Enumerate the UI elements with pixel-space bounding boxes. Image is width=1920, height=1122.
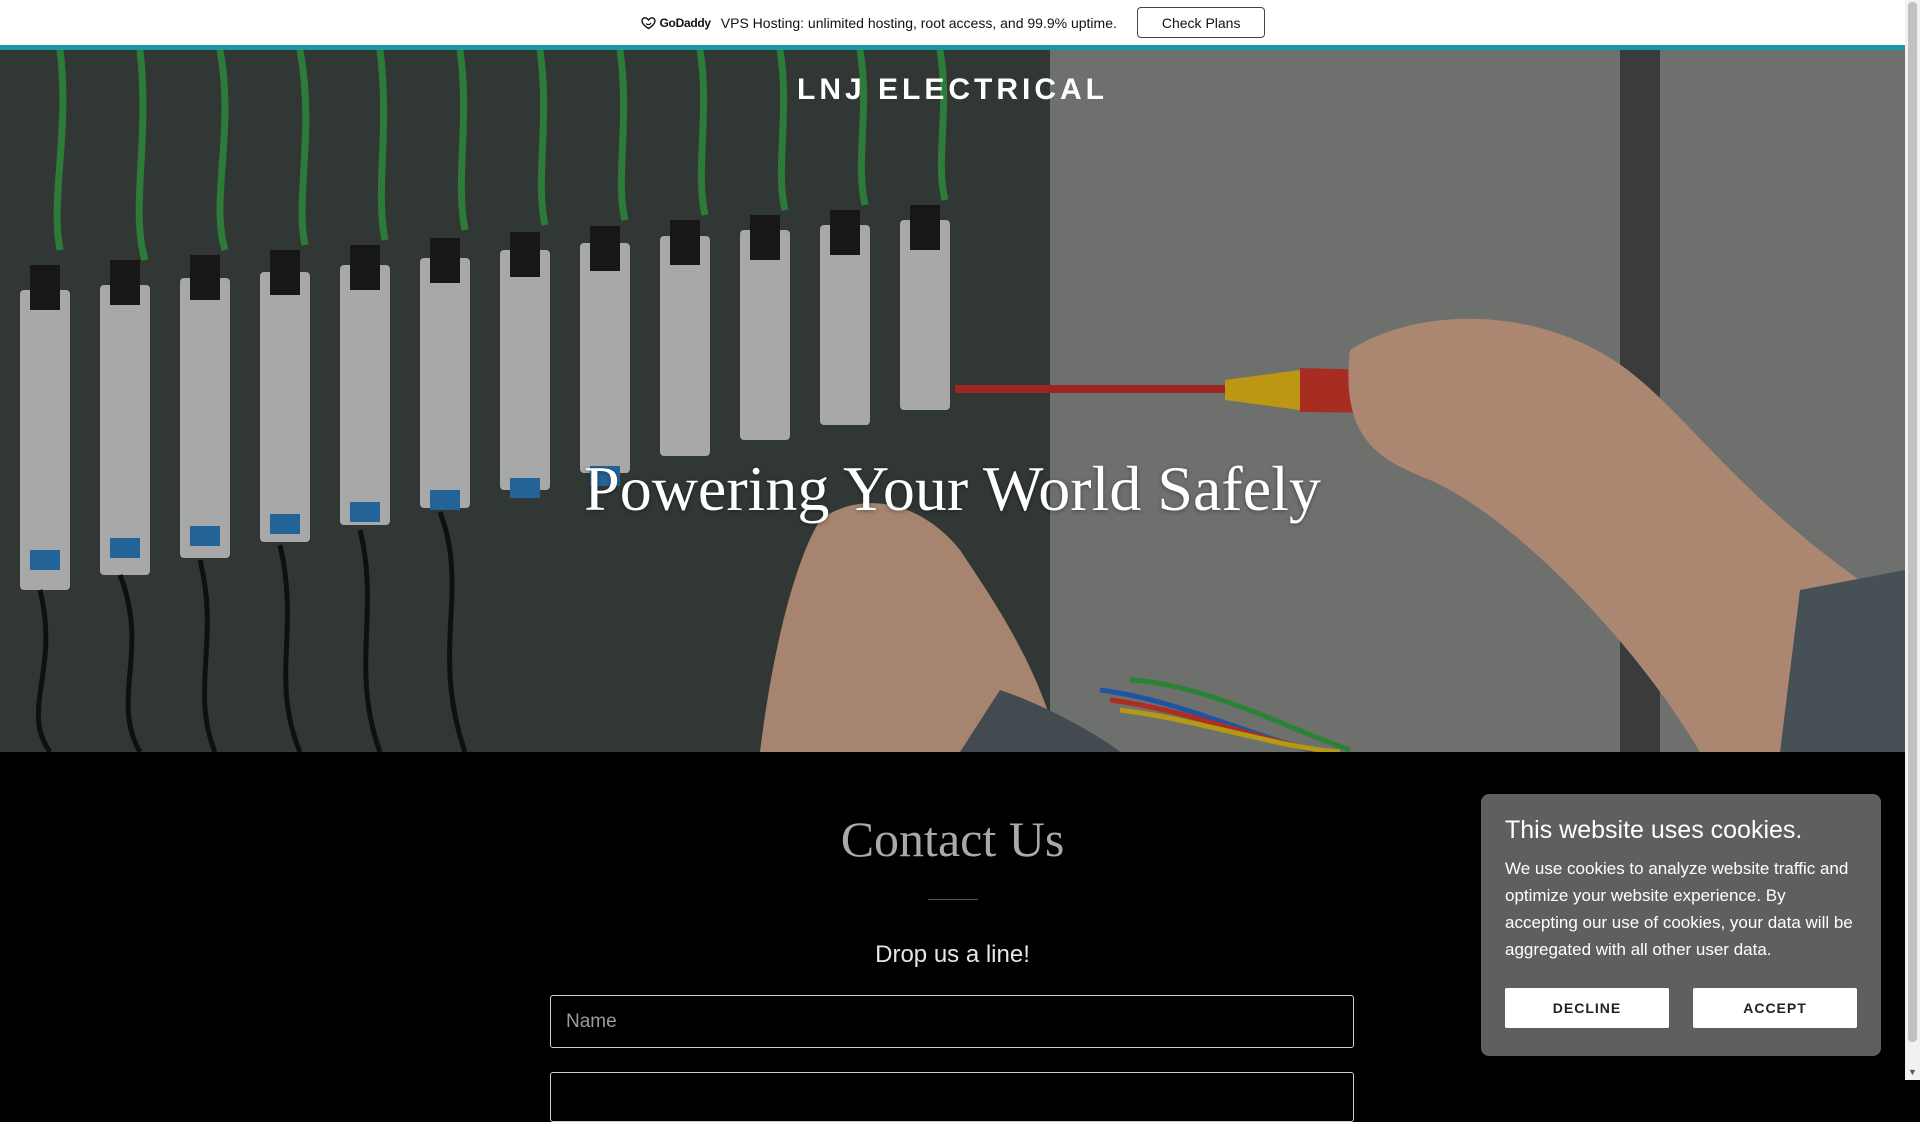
godaddy-logo-icon xyxy=(640,16,656,29)
hero-overlay xyxy=(0,50,1905,752)
scroll-down-arrow-icon[interactable]: ▼ xyxy=(1908,1067,1917,1077)
section-divider xyxy=(928,899,978,900)
hero-headline: Powering Your World Safely xyxy=(584,453,1321,524)
cookie-consent-card: This website uses cookies. We use cookie… xyxy=(1481,794,1881,1056)
cookie-actions: DECLINE ACCEPT xyxy=(1505,988,1857,1028)
site-brand-title[interactable]: LNJ ELECTRICAL xyxy=(0,73,1905,107)
godaddy-logo[interactable]: GoDaddy xyxy=(640,16,711,30)
name-field[interactable] xyxy=(550,995,1354,1048)
godaddy-logo-text: GoDaddy xyxy=(659,15,712,30)
check-plans-button[interactable]: Check Plans xyxy=(1136,7,1266,38)
cookie-message: We use cookies to analyze website traffi… xyxy=(1505,859,1853,959)
hero-section: LNJ ELECTRICAL Powering Your World Safel… xyxy=(0,50,1905,752)
promo-banner: GoDaddy VPS Hosting: unlimited hosting, … xyxy=(0,0,1905,50)
scrollbar-thumb[interactable] xyxy=(1908,2,1917,1042)
page-scrollbar[interactable]: ▼ xyxy=(1905,0,1920,1080)
decline-button[interactable]: DECLINE xyxy=(1505,988,1669,1028)
accept-button[interactable]: ACCEPT xyxy=(1693,988,1857,1028)
promo-message: VPS Hosting: unlimited hosting, root acc… xyxy=(720,14,1117,31)
cookie-title: This website uses cookies. xyxy=(1505,816,1803,844)
